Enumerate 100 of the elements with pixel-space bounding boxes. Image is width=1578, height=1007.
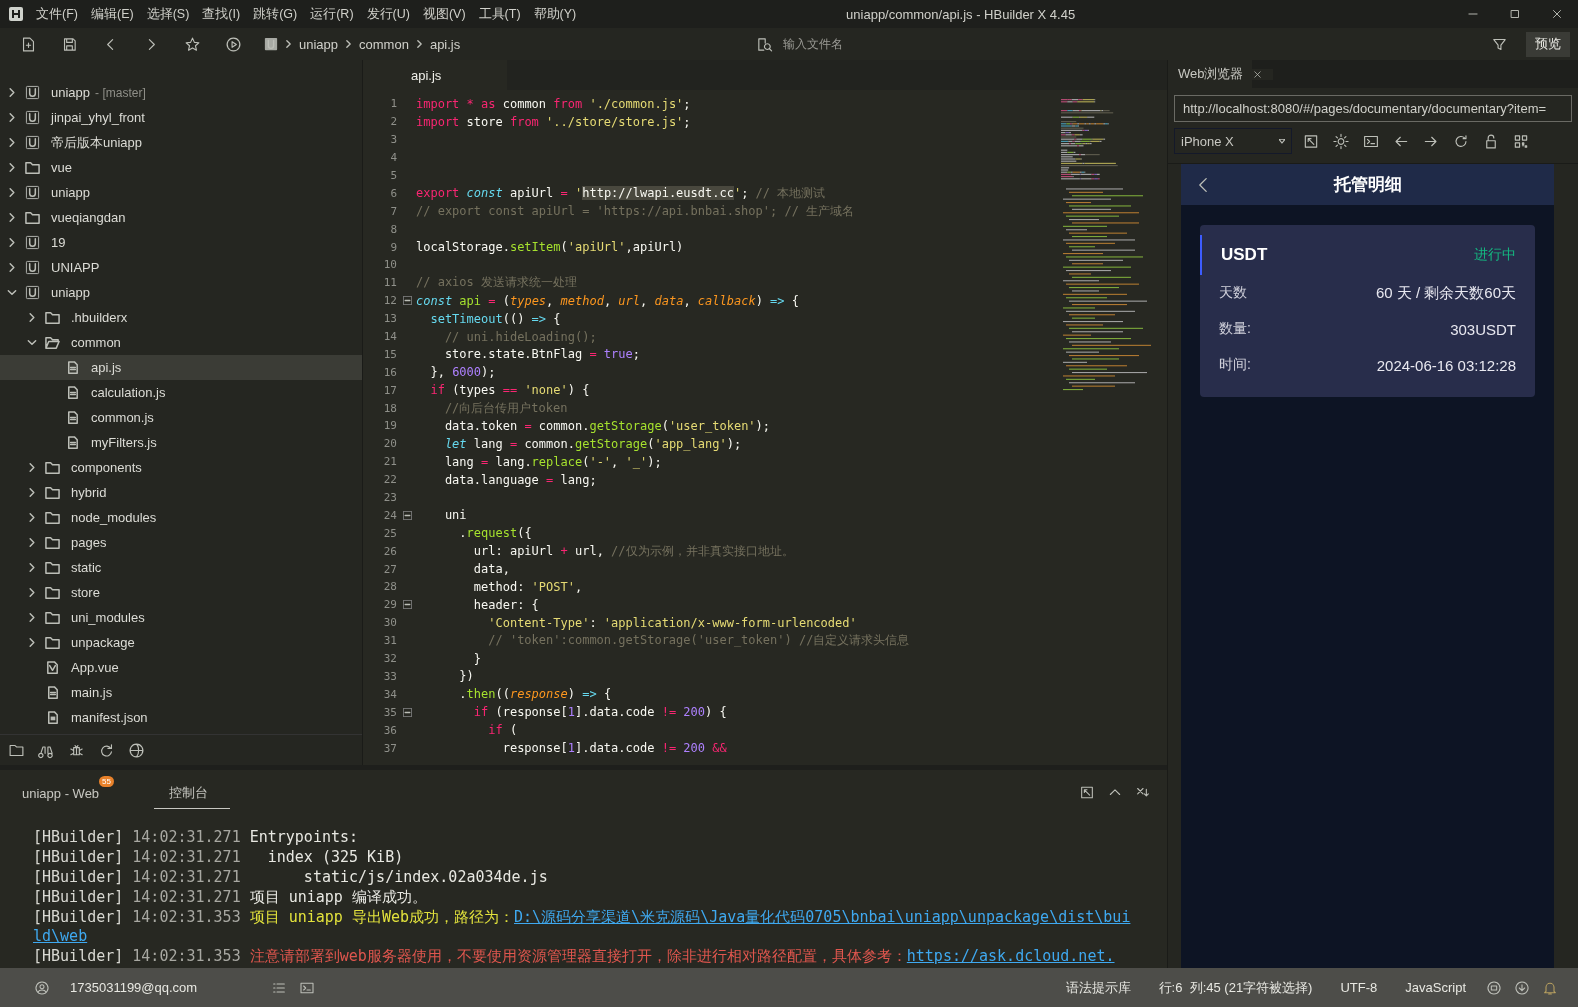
chevron-icon[interactable] bbox=[28, 587, 36, 598]
chevron-icon[interactable] bbox=[8, 212, 16, 223]
menu-item[interactable]: 视图(V) bbox=[422, 5, 466, 23]
folder-icon bbox=[45, 335, 60, 350]
chevron-icon[interactable] bbox=[28, 537, 36, 548]
tree-item[interactable]: common bbox=[0, 330, 362, 355]
save-icon[interactable] bbox=[61, 35, 78, 53]
tree-item[interactable]: uniapp bbox=[0, 280, 362, 305]
tree-item[interactable]: components bbox=[0, 455, 362, 480]
menu-item[interactable]: 工具(T) bbox=[478, 5, 521, 23]
menu-item[interactable]: 选择(S) bbox=[146, 5, 190, 23]
menu-item[interactable]: 文件(F) bbox=[36, 5, 78, 23]
tree-item[interactable]: App.vue bbox=[0, 655, 362, 680]
tree-item[interactable]: myFilters.js bbox=[0, 430, 362, 455]
sync-icon[interactable] bbox=[98, 741, 115, 759]
menu-item[interactable]: 运行(R) bbox=[310, 5, 354, 23]
chevron-icon[interactable] bbox=[28, 312, 36, 323]
tree-item[interactable]: vue bbox=[0, 155, 362, 180]
tree-item[interactable]: pages bbox=[0, 530, 362, 555]
hint-library-label[interactable]: 语法提示库 bbox=[1065, 978, 1131, 997]
line-number: 28 bbox=[382, 580, 397, 594]
console-tab[interactable]: uniapp - Web bbox=[22, 777, 100, 807]
fold-icon[interactable] bbox=[403, 510, 412, 520]
fold-icon[interactable] bbox=[403, 296, 412, 306]
chevron-icon[interactable] bbox=[8, 237, 16, 248]
chevron-icon[interactable] bbox=[28, 612, 36, 623]
chat-icon[interactable] bbox=[1486, 979, 1502, 996]
user-icon[interactable] bbox=[34, 979, 50, 996]
chevron-icon[interactable] bbox=[8, 187, 16, 198]
tree-item[interactable]: .hbuilderx bbox=[0, 305, 362, 330]
chevron-icon[interactable] bbox=[28, 562, 36, 573]
tree-item[interactable]: common.js bbox=[0, 405, 362, 430]
menu-item[interactable]: 查找(I) bbox=[202, 5, 241, 23]
file-search-field[interactable]: 输入文件名 bbox=[781, 36, 1085, 52]
menu-item[interactable]: 发行(U) bbox=[366, 5, 410, 23]
console-line: [HBuilder] 14:02:31.271 index (325 KiB) bbox=[33, 847, 405, 868]
download-icon[interactable] bbox=[1514, 979, 1530, 996]
globe-icon[interactable] bbox=[128, 741, 145, 759]
url-field[interactable]: http://localhost:8080/#/pages/documentary/documentary?item= bbox=[1174, 95, 1572, 122]
tree-item[interactable]: api.js bbox=[0, 355, 362, 380]
tree-item[interactable]: manifest.json bbox=[0, 705, 362, 730]
search-icon bbox=[756, 35, 773, 53]
menu-item[interactable]: 跳转(G) bbox=[253, 5, 298, 23]
console-link[interactable]: https://ask.dcloud.net. bbox=[906, 947, 1115, 966]
tree-item[interactable]: static bbox=[0, 555, 362, 580]
code-line: response[1].data.code != 200 && bbox=[501, 741, 727, 755]
tree-item[interactable]: 19 bbox=[0, 230, 362, 255]
tree-item[interactable]: unpackage bbox=[0, 630, 362, 655]
new-file-icon[interactable] bbox=[20, 35, 37, 53]
menu-item[interactable]: 编辑(E) bbox=[90, 5, 134, 23]
expand-icon[interactable] bbox=[1302, 132, 1320, 150]
tree-item[interactable]: uniapp - [master] bbox=[0, 80, 362, 105]
chevron-icon[interactable] bbox=[6, 288, 18, 297]
play-icon[interactable] bbox=[225, 35, 242, 53]
console-link[interactable]: ld\web bbox=[33, 927, 88, 946]
tree-item[interactable]: calculation.js bbox=[0, 380, 362, 405]
tree-item[interactable]: UNIAPP bbox=[0, 255, 362, 280]
star-icon[interactable] bbox=[184, 35, 201, 53]
chevron-icon[interactable] bbox=[8, 87, 16, 98]
device-select[interactable]: iPhone X bbox=[1174, 128, 1292, 154]
console-line: [HBuilder] 14:02:31.353 注意请部署到web服务器使用，不要使用资源管理器直接打开，除非进行相对路径配置，具体参考：https://ask.dcloud.net. bbox=[33, 947, 1116, 968]
breadcrumb-item[interactable]: common bbox=[359, 36, 409, 52]
tree-item[interactable]: hybrid bbox=[0, 480, 362, 505]
fold-icon[interactable] bbox=[403, 600, 412, 610]
editor-tab[interactable]: api.js bbox=[363, 60, 507, 90]
browser-tab[interactable]: Web浏览器 bbox=[1168, 60, 1252, 88]
chevron-icon[interactable] bbox=[8, 262, 16, 273]
console-tab[interactable]: 控制台 bbox=[154, 775, 230, 809]
encoding-label[interactable]: UTF-8 bbox=[1340, 980, 1378, 995]
maximize-icon[interactable] bbox=[1508, 7, 1522, 21]
preview-button[interactable]: 预览 bbox=[1526, 31, 1570, 57]
menu-item[interactable]: 帮助(Y) bbox=[533, 5, 577, 23]
chevron-icon[interactable] bbox=[28, 637, 36, 648]
breadcrumb-item[interactable]: api.js bbox=[429, 36, 461, 52]
tree-item[interactable]: node_modules bbox=[0, 505, 362, 530]
qr-code-icon[interactable] bbox=[1512, 132, 1530, 150]
tree-item[interactable]: jinpai_yhyl_front bbox=[0, 105, 362, 130]
chevron-icon[interactable] bbox=[28, 512, 36, 523]
chevron-icon[interactable] bbox=[8, 162, 16, 173]
console-link[interactable]: D:\源码分享渠道\米克源码\Java量化代码0705\bnbai\uniapp\unpackage\dist\bui bbox=[514, 907, 1131, 926]
close-icon[interactable] bbox=[1550, 7, 1564, 21]
language-label[interactable]: JavaScript bbox=[1405, 980, 1466, 995]
tree-item[interactable]: store bbox=[0, 580, 362, 605]
chevron-icon[interactable] bbox=[8, 112, 16, 123]
tree-item[interactable]: main.js bbox=[0, 680, 362, 705]
tree-item[interactable]: uni_modules bbox=[0, 605, 362, 630]
tree-item[interactable]: uniapp bbox=[0, 180, 362, 205]
chevron-icon[interactable] bbox=[28, 462, 36, 473]
breadcrumb-item[interactable]: uniapp bbox=[299, 36, 339, 52]
refresh-icon[interactable] bbox=[1452, 132, 1470, 150]
chevron-icon[interactable] bbox=[28, 487, 36, 498]
account-label[interactable]: 1735031199@qq.com bbox=[70, 980, 198, 995]
close-icon[interactable] bbox=[1251, 68, 1273, 80]
back-icon[interactable] bbox=[1198, 176, 1208, 193]
chevron-icon[interactable] bbox=[26, 338, 38, 347]
fold-icon[interactable] bbox=[403, 707, 412, 717]
tree-item[interactable]: vueqiangdan bbox=[0, 205, 362, 230]
tree-item[interactable]: 帝后版本uniapp bbox=[0, 130, 362, 155]
chevron-icon[interactable] bbox=[8, 137, 16, 148]
settings-icon[interactable] bbox=[1332, 132, 1350, 150]
